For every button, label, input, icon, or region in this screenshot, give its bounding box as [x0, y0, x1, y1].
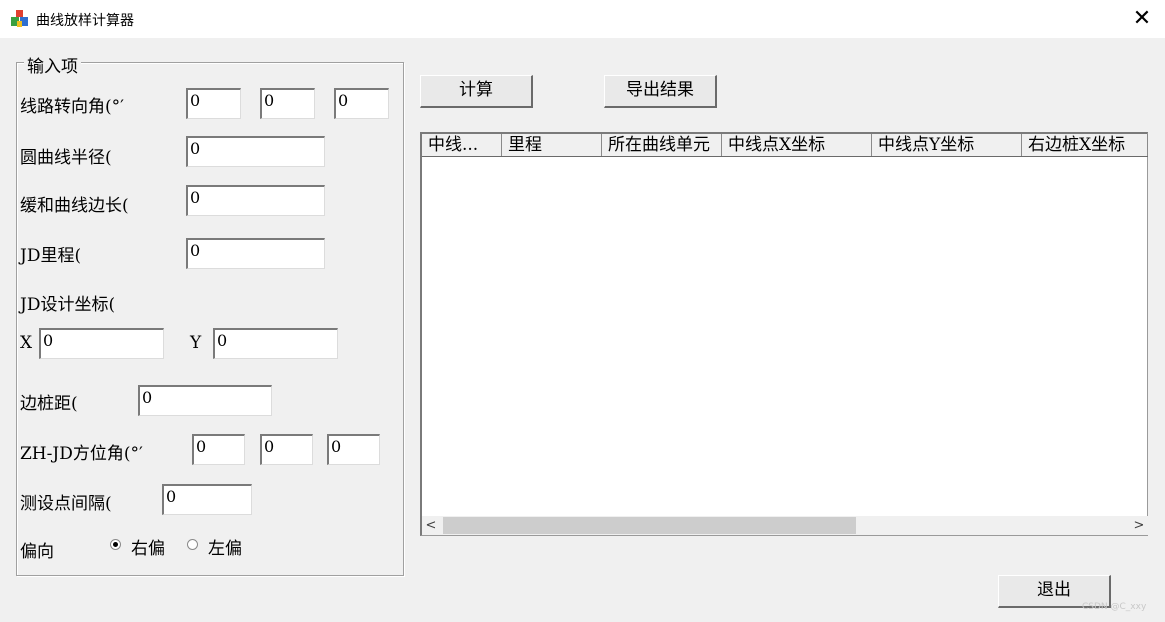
turn-angle-label: 线路转向角(°′: [20, 97, 124, 117]
azimuth-min-input[interactable]: 0: [260, 434, 313, 465]
scroll-thumb[interactable]: [443, 517, 856, 534]
scroll-right-icon[interactable]: >: [1130, 516, 1148, 535]
radius-input[interactable]: 0: [186, 136, 325, 167]
col-header[interactable]: 中线点Y坐标: [872, 134, 1022, 156]
jd-x-label: X: [20, 333, 33, 353]
radio-right[interactable]: [110, 539, 121, 550]
close-icon[interactable]: ✕: [1128, 6, 1156, 32]
jd-y-label: Y: [190, 333, 202, 353]
grid-header: 中线... 里程 所在曲线单元 中线点X坐标 中线点Y坐标 右边桩X坐标: [422, 134, 1148, 157]
calculate-button[interactable]: 计算: [420, 75, 533, 108]
scroll-left-icon[interactable]: <: [422, 516, 440, 535]
results-grid[interactable]: 中线... 里程 所在曲线单元 中线点X坐标 中线点Y坐标 右边桩X坐标 < >: [420, 132, 1148, 536]
col-header[interactable]: 里程: [502, 134, 602, 156]
radio-left[interactable]: [187, 539, 198, 550]
offset-label: 边桩距(: [20, 394, 78, 414]
window-title: 曲线放样计算器: [36, 13, 134, 29]
radio-left-label[interactable]: 左偏: [208, 534, 242, 559]
title-bar: 曲线放样计算器 ✕: [0, 0, 1165, 38]
transition-length-input[interactable]: 0: [186, 185, 325, 216]
col-header[interactable]: 右边桩X坐标: [1022, 134, 1148, 156]
jd-x-input[interactable]: 0: [39, 328, 164, 359]
transition-length-label: 缓和曲线边长(: [20, 196, 129, 216]
jd-chainage-label: JD里程(: [20, 246, 82, 266]
jd-chainage-input[interactable]: 0: [186, 238, 325, 269]
watermark: CSDN @C_xxy: [1082, 602, 1147, 612]
interval-input[interactable]: 0: [162, 484, 252, 515]
jd-coords-label: JD设计坐标(: [20, 295, 116, 315]
offset-input[interactable]: 0: [138, 385, 272, 416]
horizontal-scrollbar[interactable]: < >: [422, 516, 1148, 535]
radius-label: 圆曲线半径(: [20, 148, 112, 168]
azimuth-sec-input[interactable]: 0: [327, 434, 380, 465]
app-icon: [11, 10, 28, 27]
export-button[interactable]: 导出结果: [604, 75, 717, 108]
jd-y-input[interactable]: 0: [213, 328, 338, 359]
azimuth-deg-input[interactable]: 0: [192, 434, 245, 465]
side-label: 偏向: [20, 542, 54, 562]
col-header[interactable]: 中线点X坐标: [722, 134, 872, 156]
interval-label: 测设点间隔(: [20, 494, 112, 514]
col-header[interactable]: 中线...: [422, 134, 502, 156]
turn-angle-min-input[interactable]: 0: [260, 88, 315, 119]
group-title: 输入项: [24, 52, 81, 77]
radio-right-label[interactable]: 右偏: [131, 534, 165, 559]
turn-angle-deg-input[interactable]: 0: [186, 88, 241, 119]
col-header[interactable]: 所在曲线单元: [602, 134, 722, 156]
azimuth-label: ZH-JD方位角(°′: [20, 444, 143, 464]
turn-angle-sec-input[interactable]: 0: [334, 88, 389, 119]
